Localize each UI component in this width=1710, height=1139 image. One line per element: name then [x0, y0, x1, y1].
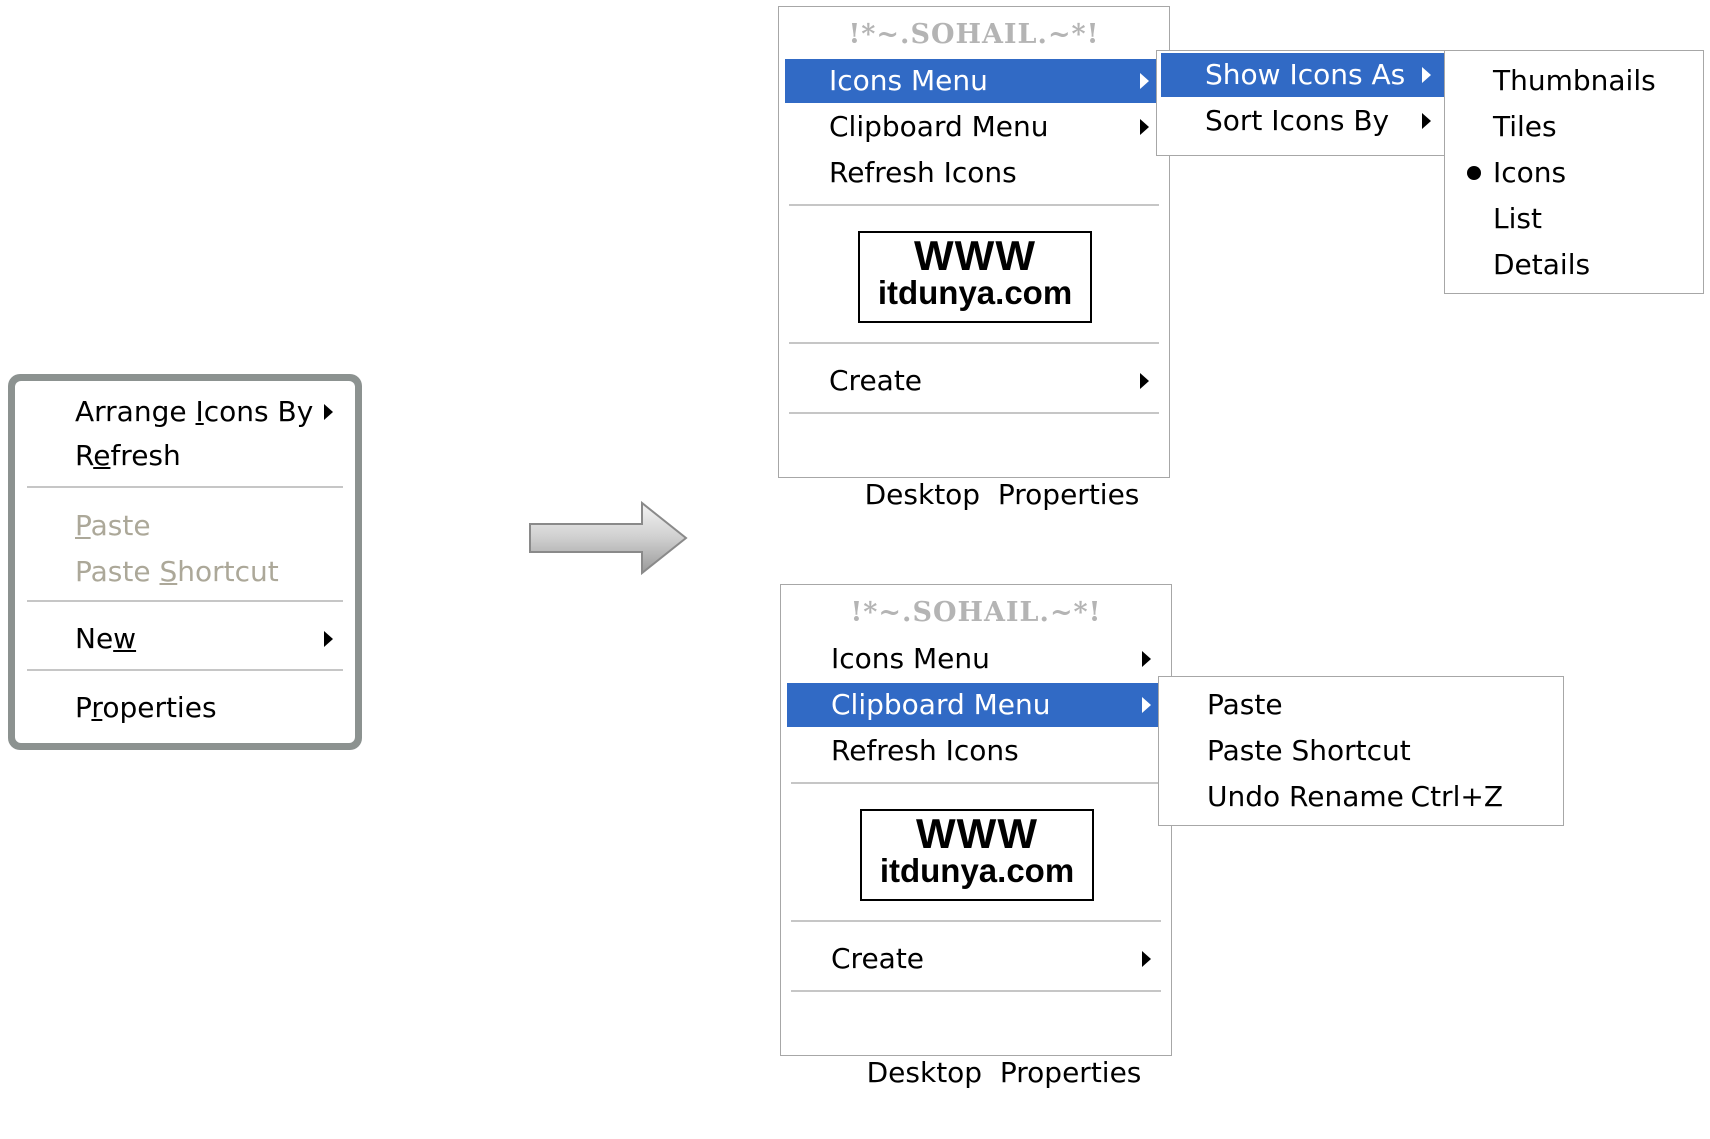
submenu-arrow-icon	[1140, 73, 1149, 89]
menu-item-label: Arrange Icons By	[75, 395, 314, 428]
menu-item-clipboard-menu[interactable]: Clipboard Menu	[785, 105, 1163, 149]
submenu-arrow-icon	[324, 631, 333, 647]
menu-item-thumbnails[interactable]: Thumbnails	[1449, 59, 1699, 103]
logo-line-1: WWW	[916, 810, 1038, 857]
menu-item-label: Properties	[75, 691, 217, 724]
submenu-arrow-icon	[1142, 651, 1151, 667]
menu-item-refresh-icons[interactable]: Refresh Icons	[785, 151, 1163, 195]
menu-item-label: Create	[829, 364, 923, 397]
menu-item-refresh[interactable]: Refresh	[23, 434, 347, 478]
menu-separator	[789, 204, 1159, 206]
menu-item-paste[interactable]: Paste	[1163, 683, 1559, 727]
menu-separator	[791, 920, 1161, 922]
submenu-arrow-icon	[324, 404, 333, 420]
menu-item-label: Refresh	[75, 439, 181, 472]
menu-item-create[interactable]: Create	[787, 937, 1165, 981]
logo-line-2: itdunya.com	[879, 852, 1075, 889]
submenu-arrow-icon	[1422, 67, 1431, 83]
menu-item-new[interactable]: New	[23, 617, 347, 661]
menu-item-clipboard-menu[interactable]: Clipboard Menu	[787, 683, 1165, 727]
right-arrow-icon	[529, 500, 688, 576]
menu-item-label: Paste Shortcut	[75, 555, 279, 588]
menu-separator	[27, 486, 343, 488]
show-icons-as-submenu: Thumbnails Tiles Icons List Details	[1444, 50, 1704, 294]
menu-item-label: Paste Shortcut	[1207, 734, 1411, 767]
menu-item-details[interactable]: Details	[1449, 243, 1699, 287]
menu-separator	[791, 782, 1161, 784]
menu-separator	[27, 669, 343, 671]
menu-item-label: Paste	[75, 509, 151, 542]
mnemonic-char: P	[75, 509, 91, 542]
menu-separator	[27, 600, 343, 602]
menu-item-arrange-icons-by[interactable]: Arrange Icons By	[23, 390, 347, 434]
menu-item-show-icons-as[interactable]: Show Icons As	[1161, 53, 1445, 97]
submenu-arrow-icon	[1142, 697, 1151, 713]
mnemonic-char: w	[113, 622, 137, 655]
menu-separator	[789, 342, 1159, 344]
submenu-arrow-icon	[1140, 119, 1149, 135]
submenu-arrow-icon	[1140, 373, 1149, 389]
menu-item-label: Clipboard Menu	[829, 110, 1049, 143]
menu-item-label: Clipboard Menu	[831, 688, 1051, 721]
itdunya-logo: WWW itdunya.com	[860, 809, 1094, 901]
clipboard-submenu: Paste Paste Shortcut Undo Rename Ctrl+Z	[1158, 676, 1564, 826]
keyboard-shortcut: Ctrl+Z	[1410, 780, 1503, 813]
standard-menu-body: Arrange Icons By Refresh Paste Paste Sho…	[15, 381, 355, 743]
mnemonic-char: I	[195, 395, 204, 428]
menu-item-paste: Paste	[23, 504, 347, 548]
standard-context-menu: Arrange Icons By Refresh Paste Paste Sho…	[8, 374, 362, 750]
menu-title: !*~.SOHAIL.~*!	[850, 597, 1102, 628]
menu-item-tiles[interactable]: Tiles	[1449, 105, 1699, 149]
menu-item-label: Show Icons As	[1205, 58, 1406, 91]
menu-item-label: Sort Icons By	[1205, 104, 1390, 137]
menu-item-paste-shortcut: Paste Shortcut	[23, 550, 347, 594]
menu-item-create[interactable]: Create	[785, 359, 1163, 403]
menu-item-label: Undo Rename	[1207, 780, 1404, 813]
menu-item-icons-menu[interactable]: Icons Menu	[787, 637, 1165, 681]
menu-item-paste-shortcut[interactable]: Paste Shortcut	[1163, 729, 1559, 773]
menu-item-label: Icons Menu	[829, 64, 988, 97]
menu-separator	[791, 990, 1161, 992]
radio-bullet-icon	[1467, 166, 1481, 180]
submenu-arrow-icon	[1422, 113, 1431, 129]
menu-item-desktop-properties[interactable]: Desktop Properties	[787, 1007, 1165, 1089]
menu-item-label: Tiles	[1493, 110, 1557, 143]
menu-item-undo-rename[interactable]: Undo Rename Ctrl+Z	[1163, 775, 1559, 819]
logo-line-2: itdunya.com	[877, 274, 1073, 311]
menu-item-icons-menu[interactable]: Icons Menu	[785, 59, 1163, 103]
menu-item-label: Paste	[1207, 688, 1283, 721]
menu-item-label: Thumbnails	[1493, 64, 1656, 97]
menu-separator	[789, 412, 1159, 414]
mnemonic-char: S	[159, 555, 178, 588]
menu-item-label: Desktop Properties	[864, 478, 1140, 511]
menu-item-label: List	[1493, 202, 1542, 235]
menu-item-list[interactable]: List	[1449, 197, 1699, 241]
menu-item-label: Details	[1493, 248, 1591, 281]
itdunya-logo: WWW itdunya.com	[858, 231, 1092, 323]
logo-line-1: WWW	[914, 232, 1036, 279]
mnemonic-char: e	[93, 439, 111, 472]
menu-item-label: Icons	[1493, 156, 1567, 189]
menu-title: !*~.SOHAIL.~*!	[848, 19, 1100, 50]
menu-item-refresh-icons[interactable]: Refresh Icons	[787, 729, 1165, 773]
menu-item-properties[interactable]: Properties	[23, 686, 347, 730]
submenu-arrow-icon	[1142, 951, 1151, 967]
menu-item-label: New	[75, 622, 137, 655]
mnemonic-char: r	[91, 691, 103, 724]
menu-item-sort-icons-by[interactable]: Sort Icons By	[1161, 99, 1445, 143]
menu-item-icons[interactable]: Icons	[1449, 151, 1699, 195]
menu-item-label: Refresh Icons	[831, 734, 1019, 767]
custom-context-menu-top: !*~.SOHAIL.~*! Icons Menu Clipboard Menu…	[778, 6, 1170, 511]
menu-item-desktop-properties[interactable]: Desktop Properties	[785, 429, 1163, 511]
menu-item-label: Icons Menu	[831, 642, 990, 675]
icons-submenu: Show Icons As Sort Icons By	[1156, 50, 1450, 156]
menu-item-label: Create	[831, 942, 925, 975]
menu-item-label: Refresh Icons	[829, 156, 1017, 189]
menu-item-label: Desktop Properties	[866, 1056, 1142, 1089]
custom-context-menu-bottom: !*~.SOHAIL.~*! Icons Menu Clipboard Menu…	[780, 584, 1172, 1089]
